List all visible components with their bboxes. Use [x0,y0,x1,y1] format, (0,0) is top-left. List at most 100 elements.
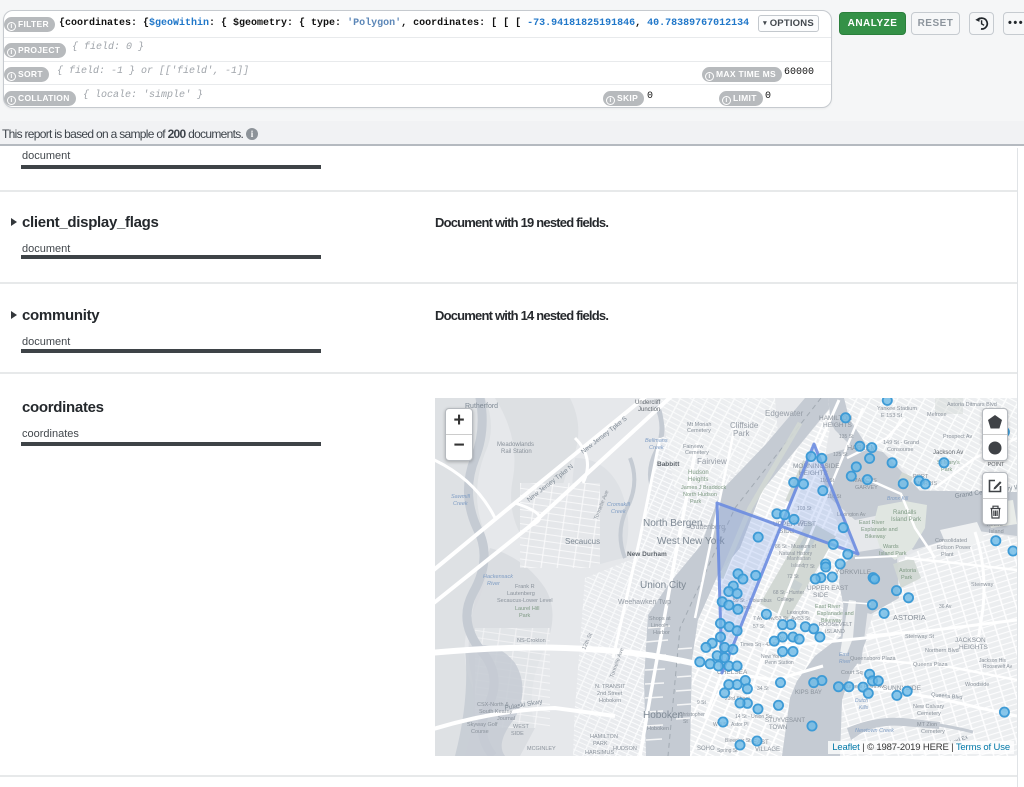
svg-text:Court Sq: Court Sq [841,670,863,676]
svg-text:WEST: WEST [513,724,530,730]
svg-text:Hackensack: Hackensack [483,574,513,580]
svg-text:Esplanade and: Esplanade and [861,527,898,533]
svg-text:68 St - Hunter: 68 St - Hunter [773,590,804,596]
svg-text:Union City: Union City [640,580,686,591]
svg-text:Cemetery: Cemetery [921,729,945,735]
svg-text:Undercliff: Undercliff [635,400,661,406]
svg-text:Shops at: Shops at [649,616,671,622]
svg-text:HEIGHTS: HEIGHTS [823,422,853,429]
svg-text:Course: Course [471,729,489,735]
svg-text:North Hudson: North Hudson [683,492,717,498]
svg-text:Bronx Kill: Bronx Kill [887,496,909,502]
svg-text:Spring St: Spring St [717,748,738,754]
svg-text:Edgewater: Edgewater [765,409,804,418]
svg-text:Astor Pl: Astor Pl [731,722,749,728]
svg-text:149 St - Grand: 149 St - Grand [883,440,919,446]
svg-text:Hoboken: Hoboken [599,698,621,704]
svg-text:Edison Power: Edison Power [937,545,971,551]
svg-text:West New York: West New York [657,536,726,547]
svg-text:Manhattan: Manhattan [787,556,811,562]
svg-text:HEIGHTS: HEIGHTS [959,644,989,651]
svg-text:Meadowlands: Meadowlands [497,442,534,448]
svg-text:Melrose: Melrose [927,412,947,418]
svg-text:Newtown Creek: Newtown Creek [855,728,894,734]
svg-text:NS-Crokton: NS-Crokton [517,638,546,644]
svg-text:Creek: Creek [453,501,468,507]
svg-text:River: River [487,581,501,587]
svg-text:Harbor: Harbor [653,630,670,636]
svg-text:STUYVESANT: STUYVESANT [765,718,805,724]
svg-text:9 St: 9 St [697,700,707,706]
svg-text:Babbitt: Babbitt [657,461,680,468]
svg-text:GARVEY: GARVEY [855,485,878,491]
svg-text:Bellmans: Bellmans [645,438,668,444]
svg-text:Consolidated: Consolidated [935,538,967,544]
svg-text:Yankee Stadium: Yankee Stadium [877,406,917,412]
svg-text:Cemetery: Cemetery [685,450,709,456]
svg-text:Secaucus: Secaucus [565,537,600,546]
svg-text:TOWN: TOWN [769,725,787,731]
svg-text:East River: East River [859,520,885,526]
svg-text:57 St: 57 St [753,624,765,630]
svg-text:Secaucus-Lower Level: Secaucus-Lower Level [497,598,553,604]
svg-text:Penn Station: Penn Station [765,660,794,666]
svg-text:YORKVILLE: YORKVILLE [835,569,872,576]
svg-text:Island: Island [791,563,805,569]
svg-text:Junction: Junction [638,407,660,413]
svg-text:Dutch: Dutch [855,698,868,704]
svg-text:Cromakill: Cromakill [607,502,631,508]
svg-text:Island: Island [989,529,1004,535]
svg-text:Creek: Creek [649,445,664,451]
svg-text:New Durham: New Durham [627,551,667,558]
svg-text:Christopher: Christopher [679,712,705,718]
svg-text:Esplanade and: Esplanade and [817,611,854,617]
svg-text:Creek: Creek [611,509,626,515]
svg-text:East: East [839,652,850,658]
svg-text:SOHO: SOHO [697,746,715,752]
svg-text:VILLAGE: VILLAGE [755,747,780,753]
svg-text:125 St: 125 St [833,452,848,458]
svg-text:Astoria: Astoria [899,568,917,574]
svg-text:Lautenberg: Lautenberg [507,591,535,597]
svg-text:New Calvary: New Calvary [913,704,944,710]
svg-text:East River: East River [815,604,841,610]
svg-text:34 St: 34 St [757,686,769,692]
svg-text:77 St: 77 St [803,564,815,570]
svg-text:Randalls: Randalls [893,510,916,516]
svg-text:Kills: Kills [859,705,869,711]
svg-text:N. TRANSIT: N. TRANSIT [595,684,626,690]
svg-text:E 153 St: E 153 St [881,413,903,419]
svg-text:2nd Street: 2nd Street [597,691,623,697]
svg-text:MCGINLEY: MCGINLEY [527,746,556,752]
svg-text:Hudson: Hudson [688,470,709,476]
svg-text:Roosevelt Av: Roosevelt Av [983,664,1013,670]
svg-text:Hoboken: Hoboken [643,710,683,721]
svg-text:HUDSON: HUDSON [613,746,637,752]
svg-text:Rail Station: Rail Station [501,449,532,455]
svg-text:SIDE: SIDE [813,592,829,599]
svg-text:HAMILTON: HAMILTON [590,734,618,740]
svg-text:Queens Plaza: Queens Plaza [913,662,948,668]
svg-text:Cemetery: Cemetery [687,428,711,434]
svg-text:Park: Park [690,499,702,505]
svg-text:Laurel Hill: Laurel Hill [515,606,539,612]
svg-text:36 Av: 36 Av [939,604,952,610]
svg-text:135 St: 135 St [839,434,854,440]
svg-text:Heights: Heights [688,477,708,483]
svg-text:Island Park: Island Park [879,551,907,557]
svg-text:Park: Park [733,429,750,438]
svg-text:72 St: 72 St [787,574,799,580]
svg-text:HARSIMUS: HARSIMUS [585,750,614,756]
svg-text:UPPER EAST: UPPER EAST [807,585,848,592]
svg-text:SIDE: SIDE [511,731,524,737]
svg-text:Prospect Av: Prospect Av [943,434,972,440]
svg-text:MT Zion: MT Zion [917,722,937,728]
svg-text:James J Braddock: James J Braddock [681,485,726,491]
svg-text:ROOSEVELT: ROOSEVELT [819,622,853,628]
svg-text:PARK: PARK [593,741,608,747]
svg-text:JACKSON: JACKSON [955,637,986,644]
svg-text:Park: Park [519,613,531,619]
svg-text:Skyway Golf: Skyway Golf [467,722,498,728]
svg-text:ASTORIA: ASTORIA [893,613,926,622]
svg-text:KIPS BAY: KIPS BAY [795,690,822,696]
